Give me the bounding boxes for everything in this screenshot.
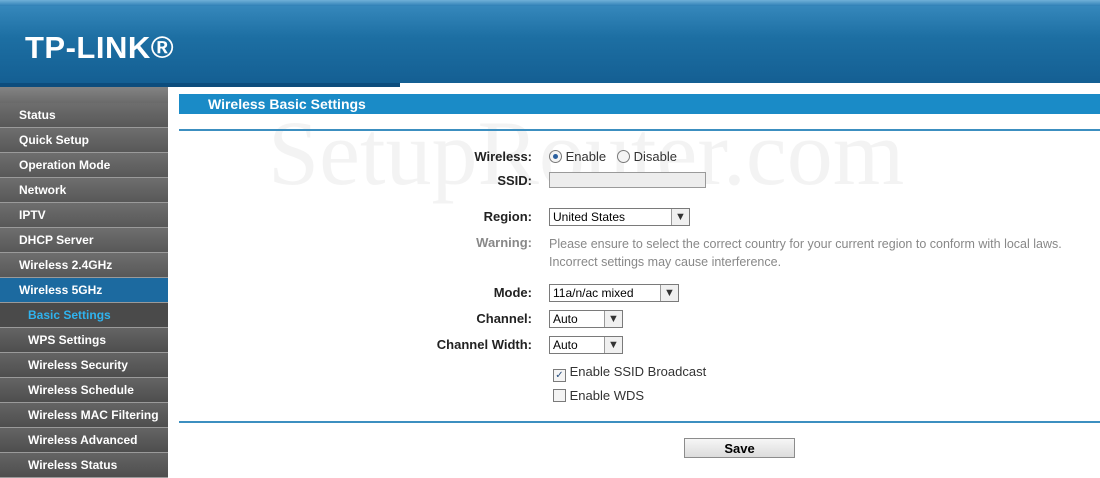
- sidebar-subitem-wireless-schedule[interactable]: Wireless Schedule: [0, 378, 168, 403]
- wireless-enable-radio[interactable]: [549, 150, 562, 163]
- region-label: Region:: [483, 209, 532, 224]
- wds-label: Enable WDS: [569, 388, 645, 403]
- warning-line-1: Please ensure to select the correct coun…: [549, 237, 1062, 251]
- sidebar-item-dhcp-server[interactable]: DHCP Server: [0, 228, 168, 253]
- channel-width-select[interactable]: Auto ▼: [549, 336, 623, 354]
- wds-checkbox[interactable]: [553, 389, 566, 402]
- channel-width-label: Channel Width:: [436, 337, 532, 352]
- ssid-label: SSID:: [497, 173, 532, 188]
- ssid-input[interactable]: [549, 172, 706, 188]
- warning-label: Warning:: [476, 235, 532, 250]
- chevron-down-icon: ▼: [671, 209, 689, 225]
- sidebar-subitem-wireless-advanced[interactable]: Wireless Advanced: [0, 428, 168, 453]
- wireless-radio-group: Enable Disable: [549, 149, 677, 164]
- sidebar-item-wireless-24ghz[interactable]: Wireless 2.4GHz: [0, 253, 168, 278]
- save-button[interactable]: Save: [684, 438, 795, 458]
- wireless-enable-label: Enable: [565, 149, 607, 164]
- wireless-label: Wireless:: [474, 149, 532, 164]
- sidebar-item-network[interactable]: Network: [0, 178, 168, 203]
- sidebar: Status Quick Setup Operation Mode Networ…: [0, 83, 168, 478]
- channel-width-value: Auto: [553, 338, 578, 352]
- warning-line-2: Incorrect settings may cause interferenc…: [549, 255, 782, 269]
- sidebar-subitem-wireless-mac-filtering[interactable]: Wireless MAC Filtering: [0, 403, 168, 428]
- sidebar-item-status[interactable]: Status: [0, 103, 168, 128]
- channel-label: Channel:: [476, 311, 532, 326]
- divider-top: [179, 129, 1100, 131]
- region-value: United States: [553, 210, 626, 224]
- sidebar-subitem-wireless-security[interactable]: Wireless Security: [0, 353, 168, 378]
- wireless-disable-radio[interactable]: [616, 150, 630, 163]
- sidebar-item-iptv[interactable]: IPTV: [0, 203, 168, 228]
- tp-link-logo: TP-LINK®: [25, 30, 175, 65]
- divider-bottom: [179, 421, 1100, 423]
- chevron-down-icon: ▼: [660, 285, 678, 301]
- channel-select[interactable]: Auto ▼: [549, 310, 623, 328]
- chevron-down-icon: ▼: [604, 311, 622, 327]
- sidebar-subitem-basic-settings[interactable]: Basic Settings: [0, 303, 168, 328]
- warning-text: Please ensure to select the correct coun…: [549, 235, 1062, 271]
- chevron-down-icon: ▼: [604, 337, 622, 353]
- ssid-broadcast-label: Enable SSID Broadcast: [569, 364, 707, 379]
- sidebar-subitem-wps-settings[interactable]: WPS Settings: [0, 328, 168, 353]
- region-select[interactable]: United States ▼: [549, 208, 690, 226]
- wds-row: Enable WDS: [553, 388, 644, 403]
- mode-select[interactable]: 11a/n/ac mixed ▼: [549, 284, 679, 302]
- ssid-broadcast-checkbox[interactable]: ✓: [553, 369, 566, 382]
- sidebar-item-wireless-5ghz[interactable]: Wireless 5GHz: [0, 278, 168, 303]
- mode-value: 11a/n/ac mixed: [553, 286, 634, 300]
- sidebar-item-operation-mode[interactable]: Operation Mode: [0, 153, 168, 178]
- mode-label: Mode:: [493, 285, 532, 300]
- sidebar-item-quick-setup[interactable]: Quick Setup: [0, 128, 168, 153]
- sidebar-subitem-wireless-status[interactable]: Wireless Status: [0, 453, 168, 478]
- header-banner: TP-LINK®: [0, 0, 1100, 83]
- page-title: Wireless Basic Settings: [208, 96, 366, 112]
- page-title-bar: Wireless Basic Settings: [179, 94, 1100, 114]
- wireless-disable-label: Disable: [633, 149, 677, 164]
- ssid-broadcast-row: ✓ Enable SSID Broadcast: [553, 364, 706, 382]
- header-divider-strip: [0, 83, 400, 87]
- channel-value: Auto: [553, 312, 578, 326]
